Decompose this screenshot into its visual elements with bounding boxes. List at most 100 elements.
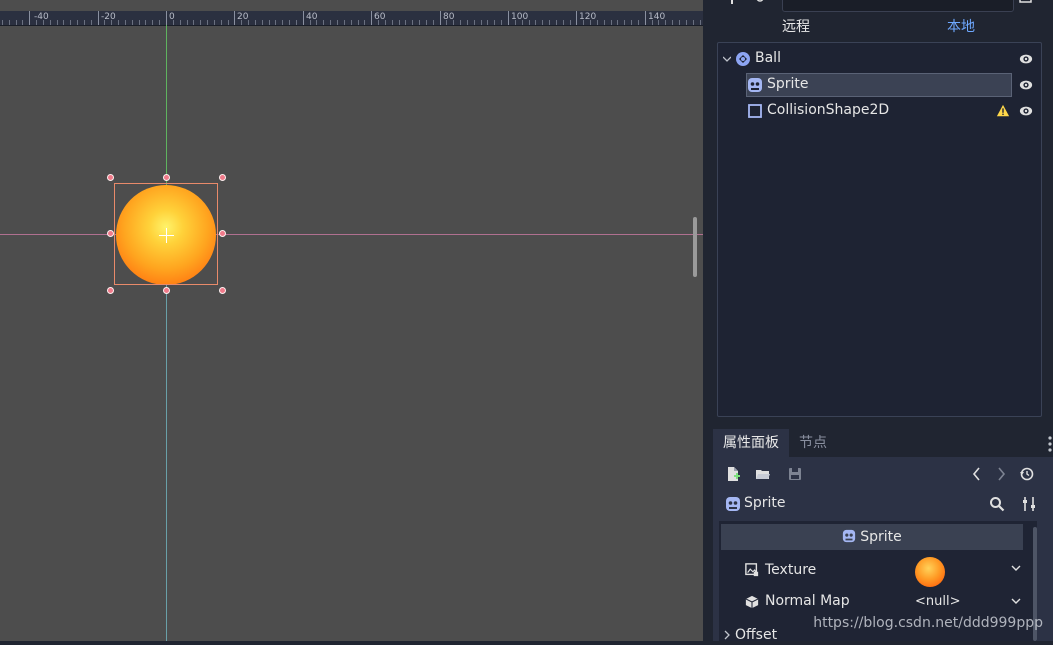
history-back-icon[interactable] bbox=[969, 466, 985, 482]
pivot-crosshair-icon[interactable] bbox=[159, 228, 174, 243]
normal-map-value[interactable]: <null> bbox=[915, 594, 961, 609]
ruler-tick bbox=[364, 20, 365, 25]
sprite-icon bbox=[843, 529, 856, 543]
property-normal-map[interactable]: Normal Map <null> bbox=[721, 588, 1023, 618]
ruler-tick bbox=[392, 20, 393, 25]
ruler-tick bbox=[187, 20, 188, 25]
scene-tree[interactable]: Ball Sprite CollisionShape2D bbox=[717, 42, 1042, 417]
ruler-tick bbox=[686, 20, 687, 25]
resize-handle-top-right[interactable] bbox=[219, 174, 226, 181]
ruler-tick bbox=[296, 20, 297, 25]
ruler-tick bbox=[556, 20, 557, 25]
ruler-label: 40 bbox=[306, 12, 318, 22]
ruler-tick bbox=[282, 20, 283, 25]
resize-handle-bottom-right[interactable] bbox=[219, 287, 226, 294]
visibility-eye-icon[interactable] bbox=[1019, 52, 1033, 66]
new-resource-icon[interactable] bbox=[725, 466, 741, 482]
ruler-tick bbox=[371, 11, 372, 25]
sprite-icon bbox=[748, 78, 762, 92]
inspector-panel: Sprite Sprite Texture Normal Map <null> … bbox=[713, 457, 1053, 643]
texture-preview[interactable] bbox=[915, 557, 945, 587]
ruler-label: 100 bbox=[511, 12, 529, 22]
ruler-tick bbox=[91, 20, 92, 25]
object-properties-icon[interactable] bbox=[1021, 496, 1037, 512]
filter-nodes-input[interactable] bbox=[782, 0, 1014, 12]
save-icon[interactable] bbox=[787, 466, 803, 482]
ruler-tick bbox=[679, 20, 680, 25]
ruler-tick bbox=[125, 20, 126, 25]
add-node-icon[interactable] bbox=[727, 0, 737, 6]
ruler-tick bbox=[234, 11, 235, 25]
canvas-viewport[interactable]: -40 -20 0 20 40 60 80 100 120 140 bbox=[0, 0, 703, 641]
ruler-tick bbox=[275, 20, 276, 25]
link-icon[interactable] bbox=[755, 0, 765, 6]
visibility-eye-icon[interactable] bbox=[1019, 104, 1033, 118]
ruler-tick bbox=[508, 11, 509, 25]
ruler-tick bbox=[549, 20, 550, 25]
dropdown-chevron-icon[interactable] bbox=[1011, 563, 1021, 573]
property-texture[interactable]: Texture bbox=[721, 554, 1023, 587]
resize-handle-top[interactable] bbox=[163, 174, 170, 181]
dropdown-chevron-icon[interactable] bbox=[1011, 596, 1021, 606]
resize-handle-left[interactable] bbox=[107, 230, 114, 237]
ruler-tick bbox=[221, 20, 222, 25]
tab-remote[interactable]: 远程 bbox=[782, 16, 810, 36]
tree-item-label: Ball bbox=[755, 50, 781, 66]
ruler-tick bbox=[693, 20, 694, 25]
open-folder-icon[interactable] bbox=[755, 466, 771, 482]
property-label: Texture bbox=[765, 562, 817, 578]
ruler-tick bbox=[467, 20, 468, 25]
ruler-tick bbox=[77, 20, 78, 25]
tab-inspector[interactable]: 属性面板 bbox=[713, 429, 789, 457]
inspected-object-name[interactable]: Sprite bbox=[744, 495, 786, 511]
expand-chevron-icon[interactable] bbox=[723, 630, 731, 640]
ruler-tick bbox=[139, 20, 140, 25]
collapse-chevron-icon[interactable] bbox=[723, 55, 731, 63]
scene-toolbar bbox=[703, 0, 1053, 12]
resize-handle-bottom[interactable] bbox=[163, 287, 170, 294]
ruler-tick bbox=[180, 20, 181, 25]
warning-icon[interactable] bbox=[996, 104, 1010, 118]
ruler-label: 20 bbox=[237, 12, 249, 22]
tree-item-collisionshape2d[interactable]: CollisionShape2D bbox=[718, 99, 1041, 123]
visibility-eye-icon[interactable] bbox=[1019, 78, 1033, 92]
ruler-tick bbox=[22, 20, 23, 25]
tree-item-sprite[interactable]: Sprite bbox=[718, 73, 1041, 97]
ruler-tick bbox=[269, 20, 270, 25]
ruler-tick bbox=[84, 20, 85, 25]
right-dock: 远程 本地 Ball Sprite CollisionShape2D 属性面板 … bbox=[703, 0, 1053, 643]
resize-handle-top-left[interactable] bbox=[107, 174, 114, 181]
viewport-scrollbar[interactable] bbox=[693, 217, 697, 277]
ruler-tick bbox=[200, 20, 201, 25]
watermark: https://blog.csdn.net/ddd999ppp bbox=[813, 615, 1043, 631]
texture-icon bbox=[745, 563, 759, 577]
node2d-icon bbox=[736, 52, 750, 66]
ruler-tick bbox=[57, 20, 58, 25]
x-axis-line bbox=[0, 234, 703, 235]
tree-item-ball[interactable]: Ball bbox=[718, 47, 1041, 71]
script-icon[interactable] bbox=[1019, 0, 1033, 6]
ruler-tick bbox=[166, 11, 167, 25]
tab-local[interactable]: 本地 bbox=[947, 16, 975, 36]
ruler-label: 80 bbox=[443, 12, 455, 22]
history-icon[interactable] bbox=[1019, 466, 1035, 482]
category-header[interactable]: Sprite bbox=[721, 524, 1023, 550]
ruler-tick bbox=[207, 20, 208, 25]
search-icon[interactable] bbox=[989, 496, 1005, 512]
ruler-tick bbox=[145, 20, 146, 25]
ruler-tick bbox=[433, 20, 434, 25]
ruler-tick bbox=[405, 20, 406, 25]
ruler-tick bbox=[624, 20, 625, 25]
ruler-tick bbox=[700, 20, 701, 25]
ruler-tick bbox=[351, 20, 352, 25]
history-forward-icon[interactable] bbox=[993, 466, 1009, 482]
ruler-tick bbox=[289, 20, 290, 25]
ruler-tick bbox=[631, 20, 632, 25]
resize-handle-right[interactable] bbox=[219, 230, 226, 237]
ruler-tick bbox=[330, 20, 331, 25]
more-options-icon[interactable] bbox=[1047, 435, 1053, 453]
ruler-tick bbox=[9, 20, 10, 25]
resize-handle-bottom-left[interactable] bbox=[107, 287, 114, 294]
ruler-tick bbox=[70, 20, 71, 25]
tab-node[interactable]: 节点 bbox=[799, 429, 827, 457]
